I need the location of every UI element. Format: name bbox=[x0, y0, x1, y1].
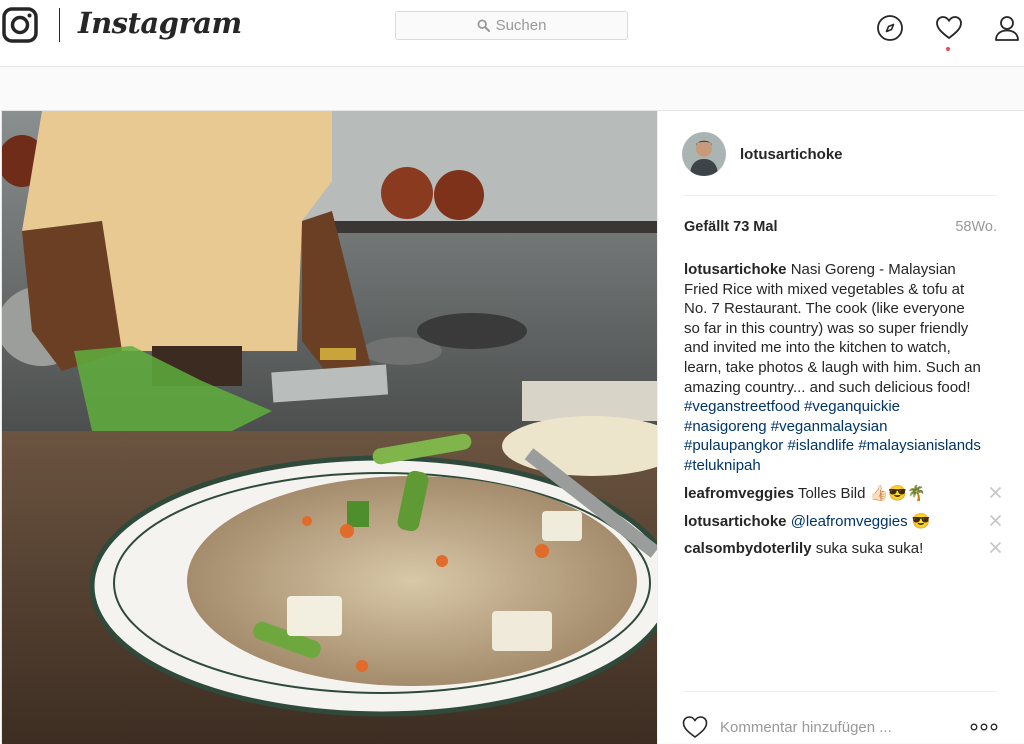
search-icon bbox=[477, 19, 490, 32]
hashtag-link[interactable]: #teluknipah bbox=[684, 457, 761, 474]
profile-person-icon[interactable] bbox=[993, 14, 1021, 42]
logo-divider bbox=[59, 8, 60, 42]
comment-text: 😎 bbox=[907, 512, 931, 530]
instagram-camera-logo-icon[interactable] bbox=[2, 7, 38, 43]
hashtag-link[interactable]: #veganquickie bbox=[804, 398, 900, 415]
notification-dot bbox=[946, 47, 950, 51]
delete-comment-close-icon[interactable] bbox=[989, 541, 1002, 554]
comment-text: Tolles Bild 👍🏻😎🌴 bbox=[797, 485, 926, 502]
hashtag-link[interactable]: #malaysianislands bbox=[858, 437, 981, 454]
post-author-username[interactable]: lotusartichoke bbox=[740, 146, 843, 163]
hashtag-link[interactable]: #pulaupangkor bbox=[684, 437, 783, 454]
divider bbox=[682, 691, 997, 692]
avatar[interactable] bbox=[682, 132, 726, 176]
search-placeholder: Suchen bbox=[495, 17, 547, 34]
hashtag-link[interactable]: #veganmalaysian bbox=[771, 418, 888, 435]
delete-comment-close-icon[interactable] bbox=[989, 514, 1002, 527]
comment-input[interactable] bbox=[720, 718, 970, 736]
post-sidebar: lotusartichoke Gefällt 73 Mal 58Wo. lotu… bbox=[657, 111, 1024, 744]
instagram-wordmark[interactable]: Instagram bbox=[78, 6, 242, 40]
author-avatar-image bbox=[682, 132, 726, 176]
search-box[interactable]: Suchen bbox=[395, 11, 628, 40]
add-comment-row bbox=[682, 714, 998, 740]
caption-username[interactable]: lotusartichoke bbox=[684, 261, 787, 278]
explore-compass-icon[interactable] bbox=[876, 14, 904, 42]
delete-comment-close-icon[interactable] bbox=[989, 486, 1002, 499]
caption-text: Nasi Goreng - Malaysian Fried Rice with … bbox=[684, 261, 981, 396]
post-card: lotusartichoke Gefällt 73 Mal 58Wo. lotu… bbox=[1, 110, 1024, 744]
fried-rice-kitchen-photo bbox=[2, 111, 657, 744]
like-heart-icon[interactable] bbox=[682, 715, 708, 739]
list-item: lotusartichoke @leafromveggies 😎 bbox=[684, 511, 1002, 539]
comment-list: leafromveggies Tolles Bild 👍🏻😎🌴 lotusart… bbox=[684, 483, 1002, 566]
comment-username[interactable]: leafromveggies bbox=[684, 485, 794, 502]
post-caption: lotusartichoke Nasi Goreng - Malaysian F… bbox=[684, 260, 984, 476]
list-item: calsombydoterlily suka suka suka! bbox=[684, 538, 1002, 566]
hashtag-link[interactable]: #veganstreetfood bbox=[684, 398, 800, 415]
hashtag-link[interactable]: #nasigoreng bbox=[684, 418, 767, 435]
divider bbox=[682, 195, 997, 196]
activity-heart-icon[interactable] bbox=[935, 14, 963, 42]
list-item: leafromveggies Tolles Bild 👍🏻😎🌴 bbox=[684, 483, 1002, 511]
comment-text: suka suka suka! bbox=[815, 540, 924, 557]
more-dots-icon[interactable] bbox=[970, 723, 998, 731]
like-count[interactable]: Gefällt 73 Mal bbox=[684, 219, 777, 235]
post-age[interactable]: 58Wo. bbox=[955, 219, 997, 235]
hashtag-link[interactable]: #islandlife bbox=[787, 437, 854, 454]
post-photo[interactable] bbox=[2, 111, 657, 744]
comment-mention[interactable]: @leafromveggies bbox=[791, 513, 908, 530]
top-navigation-bar: Instagram Suchen bbox=[0, 0, 1024, 67]
comment-username[interactable]: calsombydoterlily bbox=[684, 540, 812, 557]
comment-username[interactable]: lotusartichoke bbox=[684, 513, 787, 530]
post-author-header: lotusartichoke bbox=[682, 131, 843, 177]
